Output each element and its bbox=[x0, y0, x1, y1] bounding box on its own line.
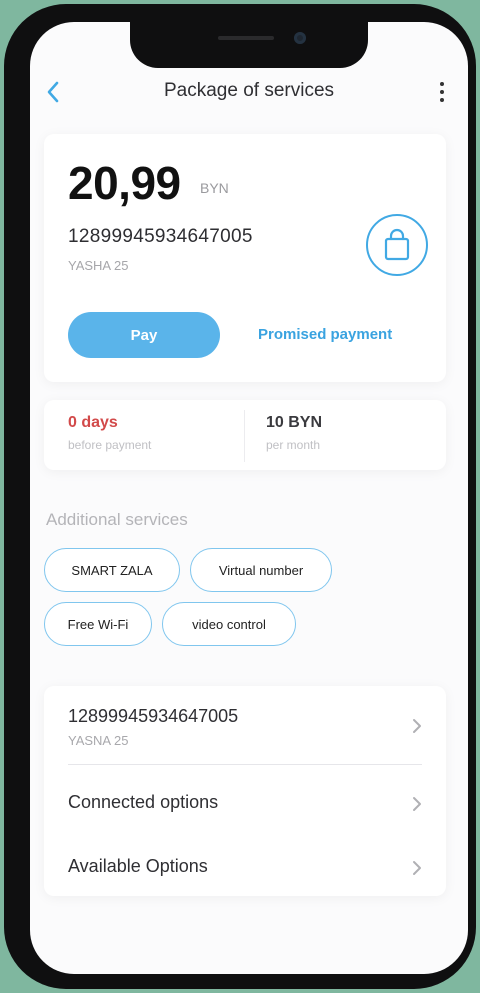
connected-options-label: Connected options bbox=[68, 792, 219, 812]
balance-card: 20,99 BYN 12899945934647005 YASHA 25 Pay… bbox=[44, 134, 446, 382]
chevron-right-icon bbox=[413, 861, 421, 875]
stats-divider bbox=[244, 410, 245, 462]
list-account-name: YASNA 25 bbox=[68, 733, 129, 748]
more-vertical-icon bbox=[440, 82, 444, 86]
chip-smart-zala[interactable]: SMART ZALA bbox=[44, 548, 180, 592]
balance-amount: 20,99 bbox=[68, 157, 181, 209]
list-item-available-options[interactable]: Available Options bbox=[68, 856, 422, 884]
monthly-value: 10 BYN bbox=[266, 414, 323, 431]
app-screen: Package of services 20,99 BYN 1289994593… bbox=[30, 22, 468, 974]
page-title: Package of services bbox=[163, 80, 335, 101]
options-list-card: 12899945934647005 YASNA 25 Connected opt… bbox=[44, 686, 446, 896]
more-vertical-icon bbox=[440, 90, 444, 94]
chip-video-control[interactable]: video control bbox=[162, 602, 296, 646]
chevron-right-icon bbox=[413, 719, 421, 733]
pay-button[interactable]: Pay bbox=[68, 312, 220, 358]
list-divider bbox=[68, 764, 422, 765]
front-camera bbox=[294, 32, 306, 44]
account-number: 12899945934647005 bbox=[68, 226, 253, 247]
phone-frame: Package of services 20,99 BYN 1289994593… bbox=[4, 4, 476, 989]
top-bar: Package of services bbox=[30, 72, 468, 112]
available-options-label: Available Options bbox=[68, 856, 208, 876]
monthly-label: per month bbox=[266, 438, 321, 452]
promised-payment-link[interactable]: Promised payment bbox=[258, 326, 392, 343]
chip-free-wifi[interactable]: Free Wi-Fi bbox=[44, 602, 152, 646]
shop-button[interactable] bbox=[366, 214, 428, 276]
payment-stats-card: 0 days before payment 10 BYN per month bbox=[44, 400, 446, 470]
account-name: YASHA 25 bbox=[68, 258, 129, 273]
notch bbox=[130, 22, 368, 68]
additional-services-title: Additional services bbox=[46, 510, 188, 529]
days-label: before payment bbox=[68, 438, 152, 452]
list-account-number: 12899945934647005 bbox=[68, 706, 239, 726]
speaker-grille bbox=[218, 36, 274, 40]
days-value: 0 days bbox=[68, 414, 118, 431]
list-item-connected-options[interactable]: Connected options bbox=[68, 792, 422, 820]
monthly-fee: 10 BYN per month bbox=[266, 414, 322, 452]
more-menu-button[interactable] bbox=[432, 76, 452, 108]
shopping-bag-icon bbox=[384, 228, 410, 261]
days-before-payment: 0 days before payment bbox=[68, 414, 151, 452]
balance-currency: BYN bbox=[200, 180, 229, 196]
chevron-right-icon bbox=[413, 797, 421, 811]
more-vertical-icon bbox=[440, 98, 444, 102]
list-item-account[interactable]: 12899945934647005 YASNA 25 bbox=[68, 706, 422, 756]
chip-virtual-number[interactable]: Virtual number bbox=[190, 548, 332, 592]
